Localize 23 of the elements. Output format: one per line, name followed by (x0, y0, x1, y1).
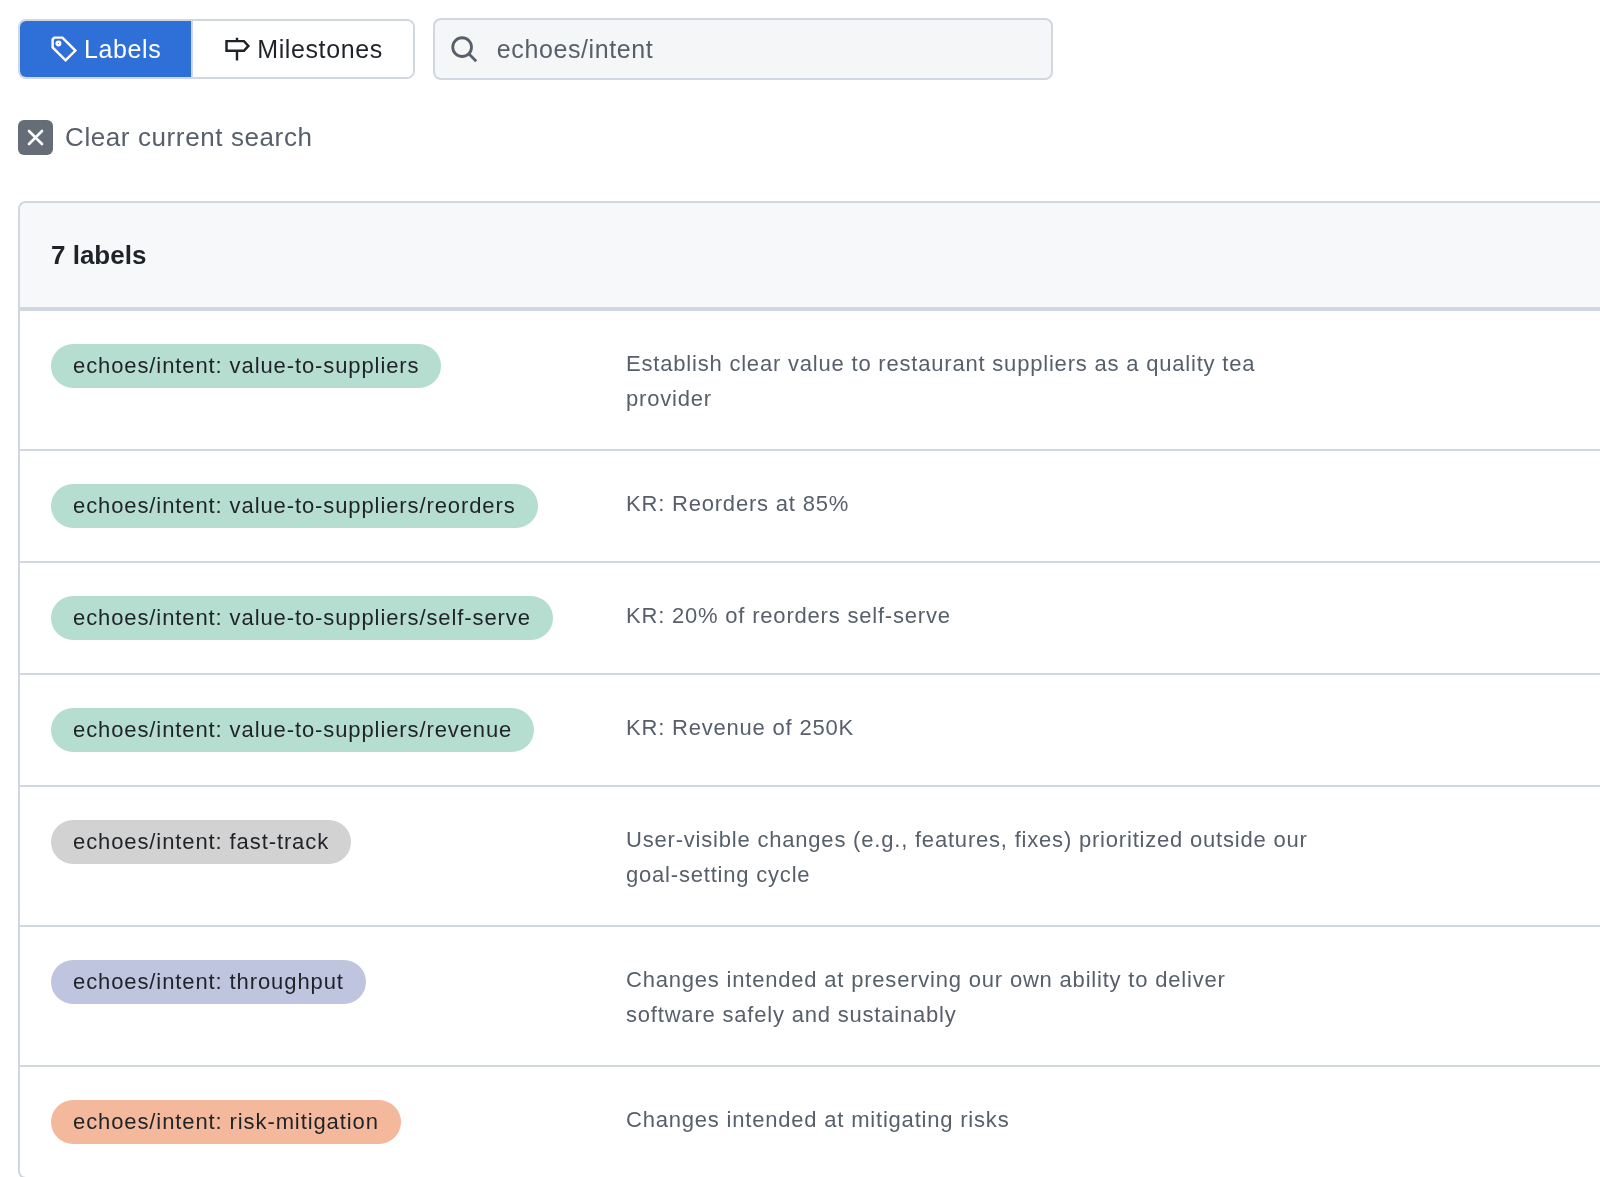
search-icon (448, 34, 479, 64)
label-description: Changes intended at preserving our own ability to deliver software safely and sustainably (626, 966, 1227, 1029)
tab[interactable]: Labels (20, 21, 192, 77)
label-tag[interactable]: echoes/intent: fast-track (51, 820, 352, 864)
label-tag[interactable]: echoes/intent: value-to-suppliers/revenue (51, 708, 535, 752)
label-tag[interactable]: echoes/intent: throughput (51, 960, 366, 1004)
label-tag[interactable]: echoes/intent: value-to-suppliers/reorders (51, 484, 538, 528)
label-description: Establish clear value to restaurant suppliers as a quality tea provider (626, 350, 1257, 413)
label-description: KR: 20% of reorders self-serve (626, 602, 952, 630)
label-description: KR: Reorders at 85% (626, 490, 851, 518)
clear-search-link[interactable]: Clear current search (18, 120, 313, 155)
label-description: KR: Revenue of 250K (626, 714, 855, 742)
signpost-icon (223, 35, 252, 63)
close-icon (18, 120, 53, 155)
label-tag[interactable]: echoes/intent: value-to-suppliers/self-serve (51, 596, 553, 640)
label-tag[interactable]: echoes/intent: value-to-suppliers (51, 344, 442, 388)
search-field[interactable]: echoes/intent (432, 18, 1053, 80)
tab[interactable]: Milestones (191, 21, 413, 77)
tag-icon (50, 35, 78, 63)
label-description: Changes intended at mitigating risks (626, 1106, 1011, 1134)
label-count: 7 labels (51, 239, 147, 271)
label-description: User-visible changes (e.g., features, fixes) prioritized outside our goal-setting cycle (626, 826, 1309, 889)
label-tag[interactable]: echoes/intent: risk-mitigation (51, 1100, 401, 1144)
